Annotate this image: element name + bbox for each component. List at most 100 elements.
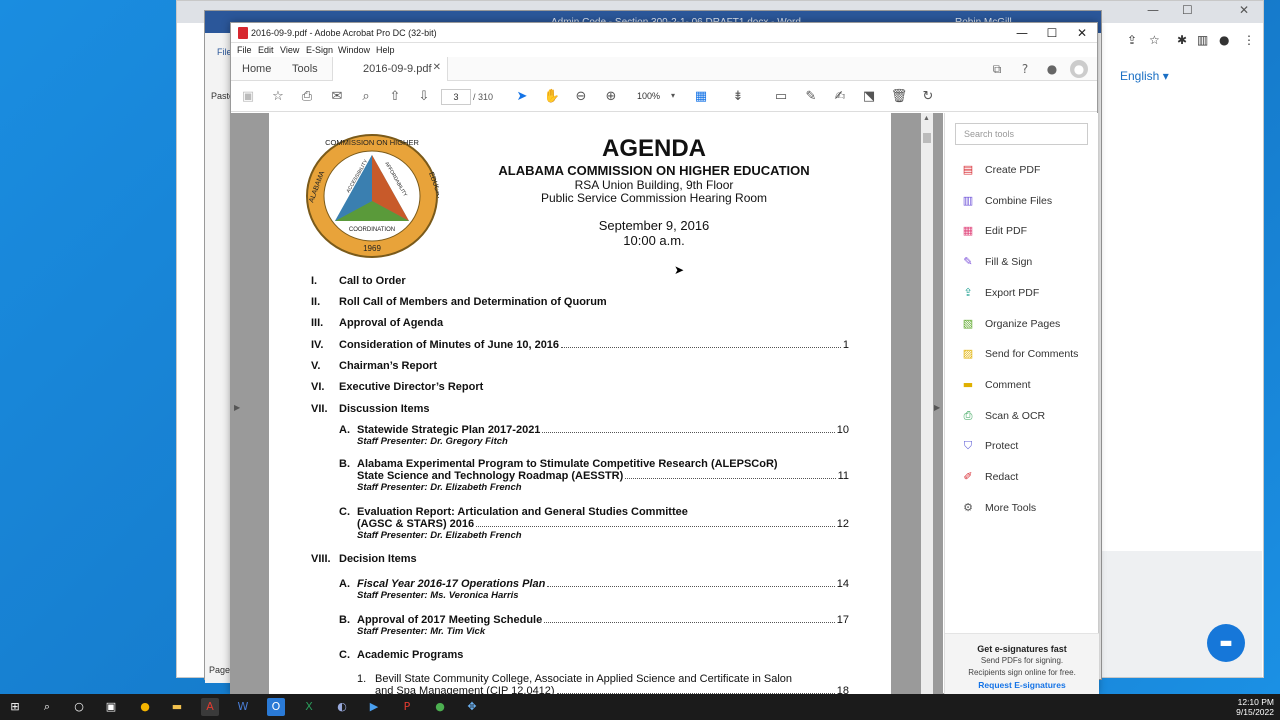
tool-more-tools[interactable]: ⚙ More Tools bbox=[959, 498, 1036, 518]
tool-label: Comment bbox=[985, 378, 1031, 391]
menu-view[interactable]: View bbox=[280, 45, 299, 55]
tool-label: Combine Files bbox=[985, 194, 1053, 207]
word-taskbar-icon[interactable]: W bbox=[234, 698, 252, 716]
tool-protect[interactable]: ⛉ Protect bbox=[959, 436, 1018, 456]
acrobat-taskbar-icon[interactable]: A bbox=[201, 698, 219, 716]
chrome-extensions-icon[interactable]: ✱ bbox=[1177, 33, 1187, 47]
chrome-taskbar-icon[interactable]: ● bbox=[136, 698, 154, 716]
agenda-item: IV. Consideration of Minutes of June 10, … bbox=[311, 339, 849, 351]
tool-send-for-comments[interactable]: ▨ Send for Comments bbox=[959, 344, 1079, 364]
right-pane-toggle-icon[interactable]: ▶ bbox=[934, 403, 940, 412]
hand-tool-icon[interactable]: ✋ bbox=[542, 88, 562, 106]
acrobat-window-title: 2016-09-9.pdf - Adobe Acrobat Pro DC (32… bbox=[251, 28, 437, 38]
chrome-alt-taskbar-icon[interactable]: ● bbox=[431, 698, 449, 716]
delete-icon[interactable]: 🗑 bbox=[889, 88, 909, 106]
email-icon[interactable]: ✉ bbox=[327, 88, 347, 106]
bookmark-star-icon[interactable]: ☆ bbox=[268, 88, 288, 106]
previous-page-icon[interactable]: ⇧ bbox=[385, 88, 405, 106]
save-icon[interactable]: ▣ bbox=[238, 88, 258, 106]
outlook-taskbar-icon[interactable]: O bbox=[267, 698, 285, 716]
tool-edit-pdf[interactable]: ▦ Edit PDF bbox=[959, 221, 1027, 241]
start-windows-icon[interactable]: ⊞ bbox=[6, 698, 24, 716]
minimize-button[interactable]: — bbox=[1007, 25, 1037, 41]
menu-file[interactable]: File bbox=[237, 45, 252, 55]
chrome-close-button[interactable]: ✕ bbox=[1239, 3, 1249, 17]
user-avatar[interactable]: ● bbox=[1070, 60, 1088, 78]
tab-home[interactable]: Home bbox=[242, 63, 271, 75]
chrome-menu-icon[interactable]: ⋮ bbox=[1243, 33, 1255, 47]
create-pdf-icon: ▤ bbox=[962, 163, 974, 176]
scroll-up-icon[interactable]: ▲ bbox=[923, 115, 930, 122]
file-explorer-icon[interactable]: ▬ bbox=[168, 698, 186, 716]
powerpoint-taskbar-icon[interactable]: P bbox=[398, 698, 416, 716]
zoom-out-icon[interactable]: ⊖ bbox=[571, 88, 591, 106]
taskbar-search-icon[interactable]: ⌕ bbox=[38, 698, 56, 716]
close-button[interactable]: ✕ bbox=[1067, 25, 1097, 41]
chat-bubble-icon[interactable]: ▬ bbox=[1207, 624, 1245, 662]
tab-close-icon[interactable]: ✕ bbox=[433, 62, 441, 73]
comment-tool-icon[interactable]: ▭ bbox=[771, 88, 791, 106]
chrome-sidepanel-icon[interactable]: ▥ bbox=[1197, 33, 1208, 47]
chrome-minimize-button[interactable]: — bbox=[1147, 3, 1159, 17]
zoom-in-icon[interactable]: ⊕ bbox=[601, 88, 621, 106]
tool-combine-files[interactable]: ▥ Combine Files bbox=[959, 191, 1052, 211]
tool-label: Scan & OCR bbox=[985, 409, 1046, 422]
next-page-icon[interactable]: ⇩ bbox=[414, 88, 434, 106]
stamp-icon[interactable]: ⬔ bbox=[859, 88, 879, 106]
tool-export-pdf[interactable]: ⇪ Export PDF bbox=[959, 283, 1039, 303]
task-view-icon[interactable]: ▣ bbox=[102, 698, 120, 716]
menu-window[interactable]: Window bbox=[338, 45, 370, 55]
scroll-mode-icon[interactable]: ⇟ bbox=[728, 88, 748, 106]
chrome-star-icon[interactable]: ☆ bbox=[1149, 33, 1160, 47]
share-screen-icon[interactable]: ⧉ bbox=[988, 60, 1006, 78]
maximize-button[interactable]: ☐ bbox=[1037, 25, 1067, 41]
combine-files-icon: ▥ bbox=[962, 193, 974, 207]
menu-help[interactable]: Help bbox=[376, 45, 395, 55]
document-viewer[interactable]: ▶ COMMISSION ON HIGHER ALABAMA EDUCATION… bbox=[231, 113, 943, 713]
acrobat-app-icon bbox=[238, 27, 248, 39]
language-select[interactable]: English ▾ bbox=[1120, 69, 1169, 83]
cortana-icon[interactable]: ○ bbox=[70, 698, 88, 716]
select-pointer-icon[interactable]: ➤ bbox=[512, 88, 532, 106]
zoom-taskbar-icon[interactable]: ▶ bbox=[365, 698, 383, 716]
network-app-icon[interactable]: ✥ bbox=[463, 698, 481, 716]
tab-tools[interactable]: Tools bbox=[292, 63, 318, 75]
fit-page-icon[interactable]: ▦ bbox=[691, 88, 711, 106]
chrome-share-icon[interactable]: ⇪ bbox=[1127, 33, 1137, 47]
vertical-scrollbar[interactable]: ▲ bbox=[921, 113, 933, 695]
tool-fill-sign[interactable]: ✎ Fill & Sign bbox=[959, 252, 1032, 272]
protect-icon: ⛉ bbox=[963, 439, 973, 453]
highlight-icon[interactable]: ✎ bbox=[801, 88, 821, 106]
zoom-caret-icon[interactable]: ▾ bbox=[671, 91, 675, 100]
menu-esign[interactable]: E-Sign bbox=[306, 45, 333, 55]
tab-document[interactable]: 2016-09-9.pdf ✕ bbox=[332, 57, 448, 81]
scrollbar-thumb[interactable] bbox=[923, 133, 931, 143]
scan-ocr-icon: ⎙ bbox=[963, 408, 973, 422]
notifications-icon[interactable]: ● bbox=[1043, 60, 1061, 78]
tool-redact[interactable]: ✐ Redact bbox=[959, 467, 1018, 487]
chrome-profile-avatar[interactable]: ● bbox=[1219, 33, 1229, 47]
print-icon[interactable]: ⎙ bbox=[297, 88, 317, 106]
page-number-input[interactable]: 3 bbox=[441, 89, 471, 105]
acrobat-titlebar: 2016-09-9.pdf - Adobe Acrobat Pro DC (32… bbox=[231, 23, 1097, 43]
rotate-icon[interactable]: ↻ bbox=[918, 88, 938, 106]
search-icon[interactable]: ⌕ bbox=[356, 88, 376, 106]
chrome-maximize-button[interactable]: ☐ bbox=[1182, 3, 1193, 17]
svg-text:COORDINATION: COORDINATION bbox=[349, 227, 395, 233]
excel-taskbar-icon[interactable]: X bbox=[300, 698, 318, 716]
tool-create-pdf[interactable]: ▤ Create PDF bbox=[959, 160, 1041, 180]
help-icon[interactable]: ? bbox=[1016, 60, 1034, 78]
teams-taskbar-icon[interactable]: ◐ bbox=[333, 698, 351, 716]
tool-scan-ocr[interactable]: ⎙ Scan & OCR bbox=[959, 406, 1046, 426]
tool-comment[interactable]: ▬ Comment bbox=[959, 375, 1031, 395]
tool-label: Protect bbox=[985, 440, 1019, 453]
menu-edit[interactable]: Edit bbox=[258, 45, 274, 55]
sign-icon[interactable]: ✍ bbox=[830, 88, 850, 106]
pdf-page: COMMISSION ON HIGHER ALABAMA EDUCATION 1… bbox=[269, 113, 891, 713]
more-tools-icon: ⚙ bbox=[963, 500, 973, 514]
left-pane-toggle-icon[interactable]: ▶ bbox=[234, 403, 240, 412]
search-tools-input[interactable]: Search tools bbox=[955, 123, 1088, 145]
organize-pages-icon: ▧ bbox=[962, 316, 974, 330]
tool-organize-pages[interactable]: ▧ Organize Pages bbox=[959, 314, 1061, 334]
request-esignatures-link[interactable]: Request E-signatures bbox=[945, 680, 1099, 690]
